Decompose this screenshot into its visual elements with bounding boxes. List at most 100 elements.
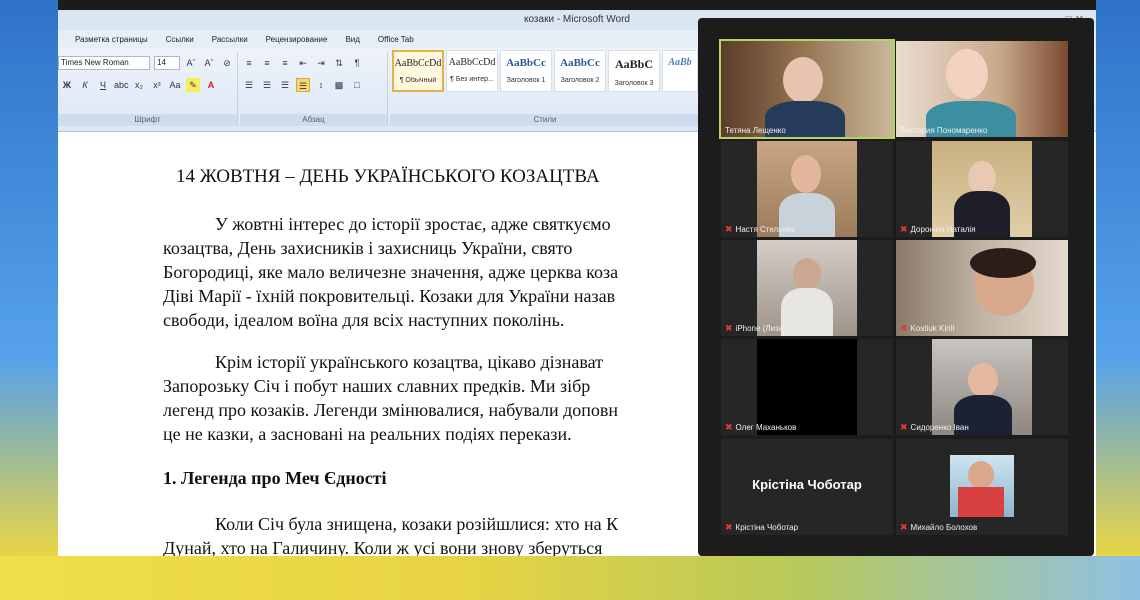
pilcrow-icon[interactable]: ¶: [350, 56, 364, 70]
mic-muted-icon: ✖: [725, 323, 733, 333]
clear-format-button[interactable]: ⊘: [220, 56, 234, 70]
text-line: це не казки, а засновані на реальних под…: [163, 424, 572, 444]
participant-name: ✖ Сидоренко Іван: [900, 422, 969, 432]
background-bottom: [0, 556, 1140, 600]
participant-tile[interactable]: ✖ Сидоренко Іван: [896, 339, 1068, 435]
style-normal[interactable]: AaBbCcDd ¶ Обычный: [392, 50, 444, 92]
participant-name: ✖ iPhone (Лиза): [725, 323, 786, 333]
mic-muted-icon: ✖: [900, 522, 908, 532]
participant-tile[interactable]: Виктория Пономаренко: [896, 41, 1068, 137]
superscript-button[interactable]: x²: [150, 78, 164, 92]
video-call-panel: Тетяна Лещенко Виктория Пономаренко ✖ Нас…: [698, 18, 1094, 556]
change-case-button[interactable]: Aa: [168, 78, 182, 92]
styles-gallery: AaBbCcDd ¶ Обычный AaBbCcDd ¶ Без интер.…: [392, 50, 698, 92]
align-left-icon[interactable]: ☰: [242, 78, 256, 92]
participant-name: ✖ Дороніна Наталія: [900, 224, 976, 234]
bold-button[interactable]: Ж: [60, 78, 74, 92]
participant-face: [968, 461, 994, 489]
numbering-icon[interactable]: ≡: [260, 56, 274, 70]
mic-muted-icon: ✖: [725, 422, 733, 432]
style-no-spacing[interactable]: AaBbCcDd ¶ Без интер...: [446, 50, 498, 92]
participant-hair: [970, 248, 1036, 278]
decrease-indent-icon[interactable]: ⇤: [296, 56, 310, 70]
shrink-font-button[interactable]: Aˇ: [202, 56, 216, 70]
text-line: Богородиці, яке мало величезне значення,…: [163, 262, 619, 282]
style-title[interactable]: AaBb: [662, 50, 698, 92]
mic-muted-icon: ✖: [900, 224, 908, 234]
mic-muted-icon: ✖: [725, 224, 733, 234]
participant-name: ✖ Настя Стельник: [725, 224, 795, 234]
participant-tile[interactable]: ✖ Дороніна Наталія: [896, 141, 1068, 237]
tab-view[interactable]: Вид: [336, 35, 368, 44]
text-line: легенд про козаків. Легенди змінювалися,…: [163, 400, 619, 420]
bullets-icon[interactable]: ≡: [242, 56, 256, 70]
tab-office-tab[interactable]: Office Tab: [369, 35, 423, 44]
underline-button[interactable]: Ч: [96, 78, 110, 92]
styles-group-label: Стили: [390, 114, 700, 126]
tab-review[interactable]: Рецензирование: [257, 35, 337, 44]
increase-indent-icon[interactable]: ⇥: [314, 56, 328, 70]
font-size-box[interactable]: 14: [154, 56, 180, 70]
participant-tile[interactable]: ✖ Настя Стельник: [721, 141, 893, 237]
subscript-button[interactable]: x₂: [132, 78, 146, 92]
font-color-icon[interactable]: A: [204, 78, 218, 92]
participant-name: ✖ Олег Маханьков: [725, 422, 797, 432]
participant-face: [968, 363, 998, 397]
paragraph-1: У жовтні інтерес до історії зростає, адж…: [163, 212, 783, 332]
participant-tile[interactable]: ✖ iPhone (Лиза): [721, 240, 893, 336]
mic-muted-icon: ✖: [900, 323, 908, 333]
borders-icon[interactable]: □: [350, 78, 364, 92]
participant-tile[interactable]: Тетяна Лещенко: [719, 39, 895, 139]
participant-face: [793, 258, 821, 290]
window-title: козаки - Microsoft Word: [524, 14, 630, 25]
strikethrough-button[interactable]: abc: [114, 78, 129, 92]
participant-tile[interactable]: ✖ Kostiuk Kirill: [896, 240, 1068, 336]
font-group-label: Шрифт: [58, 114, 237, 126]
participant-name: ✖ Михайло Болохов: [900, 522, 978, 532]
font-group: Times New Roman 14 Aˆ Aˇ ⊘ Ж К Ч abc x₂ …: [58, 52, 238, 126]
shading-icon[interactable]: ▩: [332, 78, 346, 92]
document-title: 14 ЖОВТНЯ – ДЕНЬ УКРАЇНСЬКОГО КОЗАЦТВА: [176, 166, 600, 187]
style-heading-3[interactable]: AaBbC Заголовок 3: [608, 50, 660, 92]
grow-font-button[interactable]: Aˆ: [184, 56, 198, 70]
text-line: Дунай, хто на Галичину. Коли ж усі вони …: [163, 538, 603, 556]
top-bar: [0, 0, 1140, 10]
participant-name: ✖ Крістіна Чоботар: [725, 522, 799, 532]
mic-muted-icon: ✖: [725, 522, 733, 532]
highlight-icon[interactable]: ✎: [186, 78, 200, 92]
text-line: Запорозьку Січ і побут наших славних пре…: [163, 376, 591, 396]
participant-tile[interactable]: ✖ Олег Маханьков: [721, 339, 893, 435]
participant-tile[interactable]: Крістіна Чоботар ✖ Крістіна Чоботар: [721, 439, 893, 535]
participant-face: [791, 155, 821, 193]
background-right: [1096, 0, 1140, 600]
tab-mailings[interactable]: Рассылки: [203, 35, 257, 44]
participant-body: [958, 487, 1004, 517]
participant-face: [783, 57, 823, 103]
paragraph-group: ≡ ≡ ≡ ⇤ ⇥ ⇅ ¶ ☰ ☰ ☰ ☰ ↕ ▩ □ Абзац: [240, 52, 388, 126]
participant-display-name: Крістіна Чоботар: [752, 477, 862, 492]
background-left: [0, 0, 58, 600]
italic-button[interactable]: К: [78, 78, 92, 92]
participant-face: [946, 49, 988, 99]
text-line: Крім історії українського козацтва, ціка…: [215, 352, 604, 372]
participant-face: [968, 161, 996, 195]
paragraph-3: Коли Січ була знищена, козаки розійшлися…: [163, 512, 783, 556]
text-line: У жовтні інтерес до історії зростає, адж…: [215, 214, 611, 234]
tab-references[interactable]: Ссылки: [157, 35, 203, 44]
paragraph-group-label: Абзац: [240, 114, 387, 126]
participant-body: [781, 288, 833, 336]
participant-tile[interactable]: ✖ Михайло Болохов: [896, 439, 1068, 535]
line-spacing-icon[interactable]: ↕: [314, 78, 328, 92]
text-line: свободи, ідеалом воїна для всіх наступни…: [163, 310, 565, 330]
multilevel-list-icon[interactable]: ≡: [278, 56, 292, 70]
justify-icon[interactable]: ☰: [296, 78, 310, 92]
tab-layout[interactable]: Разметка страницы: [66, 35, 157, 44]
sort-icon[interactable]: ⇅: [332, 56, 346, 70]
participant-name: ✖ Kostiuk Kirill: [900, 323, 955, 333]
text-line: козацтва, День захисників і захисниць Ук…: [163, 238, 573, 258]
align-center-icon[interactable]: ☰: [260, 78, 274, 92]
font-name-box[interactable]: Times New Roman: [58, 56, 150, 70]
style-heading-2[interactable]: AaBbCc Заголовок 2: [554, 50, 606, 92]
style-heading-1[interactable]: AaBbCc Заголовок 1: [500, 50, 552, 92]
align-right-icon[interactable]: ☰: [278, 78, 292, 92]
